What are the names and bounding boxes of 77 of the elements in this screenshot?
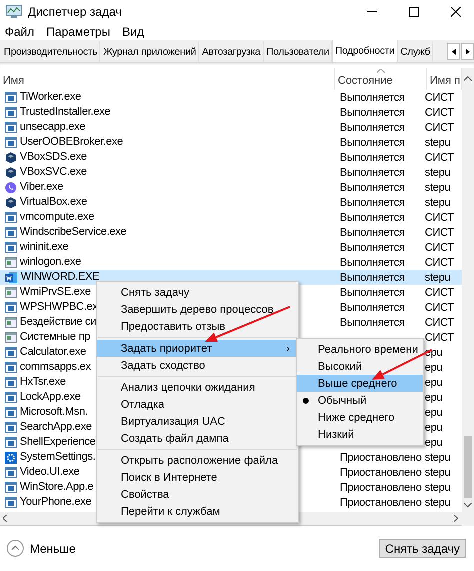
user-name: epu bbox=[425, 436, 443, 448]
status-text: Выполняется bbox=[340, 182, 405, 194]
user-name: СИСТ bbox=[425, 92, 454, 104]
user-name: СИСТ bbox=[425, 316, 454, 328]
process-name: winlogon.exe bbox=[20, 255, 82, 270]
user-name: СИСТ bbox=[425, 212, 454, 224]
process-name: VirtualBox.exe bbox=[20, 195, 88, 210]
process-name: Viber.exe bbox=[20, 180, 64, 195]
user-name: epu bbox=[425, 392, 443, 404]
status-text: Выполняется bbox=[340, 212, 405, 224]
status-text: Приостановлено bbox=[340, 466, 422, 478]
status-text: Выполняется bbox=[340, 196, 405, 208]
status-text: Выполняется bbox=[340, 166, 405, 178]
user-name: СИСТ bbox=[425, 106, 454, 118]
process-name: WPSHWPBC.ex bbox=[20, 300, 98, 315]
user-name: СИСТ bbox=[425, 226, 454, 238]
status-text: Выполняется bbox=[340, 106, 405, 118]
process-name: SystemSettings. bbox=[20, 450, 96, 465]
process-name: TrustedInstaller.exe bbox=[20, 105, 111, 120]
user-name: stepu bbox=[425, 182, 451, 194]
process-name: Системные пр bbox=[20, 330, 90, 345]
user-name: epu bbox=[425, 422, 443, 434]
process-name: unsecapp.exe bbox=[20, 120, 86, 135]
status-text: Выполняется bbox=[340, 226, 405, 238]
process-name: TiWorker.exe bbox=[20, 90, 82, 105]
status-text: Выполняется bbox=[340, 316, 405, 328]
process-name: YourPhone.exe bbox=[20, 495, 92, 510]
user-name: СИСТ bbox=[425, 332, 454, 344]
process-name: WINWORD.EXE bbox=[21, 270, 100, 285]
process-name: Microsoft.Msn. bbox=[20, 405, 88, 420]
user-name: stepu bbox=[425, 496, 451, 508]
status-text: Приостановлено bbox=[340, 452, 422, 464]
user-name: epu bbox=[425, 362, 443, 374]
process-name: wininit.exe bbox=[20, 240, 69, 255]
process-name: VBoxSVC.exe bbox=[20, 165, 87, 180]
user-name: СИСТ bbox=[425, 242, 454, 254]
status-text: Выполняется bbox=[340, 122, 405, 134]
process-name: WinStore.App.e bbox=[20, 480, 94, 495]
process-name: UserOOBEBroker.exe bbox=[20, 135, 124, 150]
user-name: СИСТ bbox=[425, 152, 454, 164]
status-text: Выполняется bbox=[340, 286, 405, 298]
user-name: СИСТ bbox=[425, 122, 454, 134]
user-name: stepu bbox=[425, 466, 451, 478]
process-name: Бездействие си bbox=[20, 315, 96, 330]
user-name: СИСТ bbox=[425, 256, 454, 268]
user-name: stepu bbox=[425, 136, 451, 148]
user-name: СИСТ bbox=[425, 286, 454, 298]
process-name: SearchApp.exe bbox=[20, 420, 92, 435]
user-name: stepu bbox=[425, 482, 451, 494]
user-name: stepu bbox=[425, 272, 451, 284]
process-name: Video.UI.exe bbox=[20, 465, 80, 480]
status-text: Выполняется bbox=[340, 256, 405, 268]
status-text: Выполняется bbox=[340, 242, 405, 254]
process-name: vmcompute.exe bbox=[20, 210, 94, 225]
user-name: СИСТ bbox=[425, 302, 454, 314]
status-text: Выполняется bbox=[340, 136, 405, 148]
user-name: epu bbox=[425, 406, 443, 418]
window-title: Диспетчер задач bbox=[28, 5, 123, 19]
status-text: Выполняется bbox=[340, 272, 405, 284]
status-text: Приостановлено bbox=[340, 496, 422, 508]
status-text: Выполняется bbox=[340, 152, 405, 164]
submenu-arrow: › bbox=[286, 342, 290, 354]
process-name: Calculator.exe bbox=[20, 345, 86, 360]
user-name: stepu bbox=[425, 452, 451, 464]
process-name: WmiPrvSE.exe bbox=[20, 285, 91, 300]
process-name: WindscribeService.exe bbox=[20, 225, 127, 240]
process-name: LockApp.exe bbox=[20, 390, 81, 405]
process-name: HxTsr.exe bbox=[20, 375, 66, 390]
status-text: Выполняется bbox=[340, 302, 405, 314]
status-text: Приостановлено bbox=[340, 482, 422, 494]
user-name: stepu bbox=[425, 166, 451, 178]
process-name: commsapps.ex bbox=[20, 360, 91, 375]
process-name: VBoxSDS.exe bbox=[20, 150, 87, 165]
user-name: epu bbox=[425, 376, 443, 388]
user-name: stepu bbox=[425, 196, 451, 208]
status-text: Выполняется bbox=[340, 92, 405, 104]
process-name: ShellExperience bbox=[20, 435, 96, 450]
